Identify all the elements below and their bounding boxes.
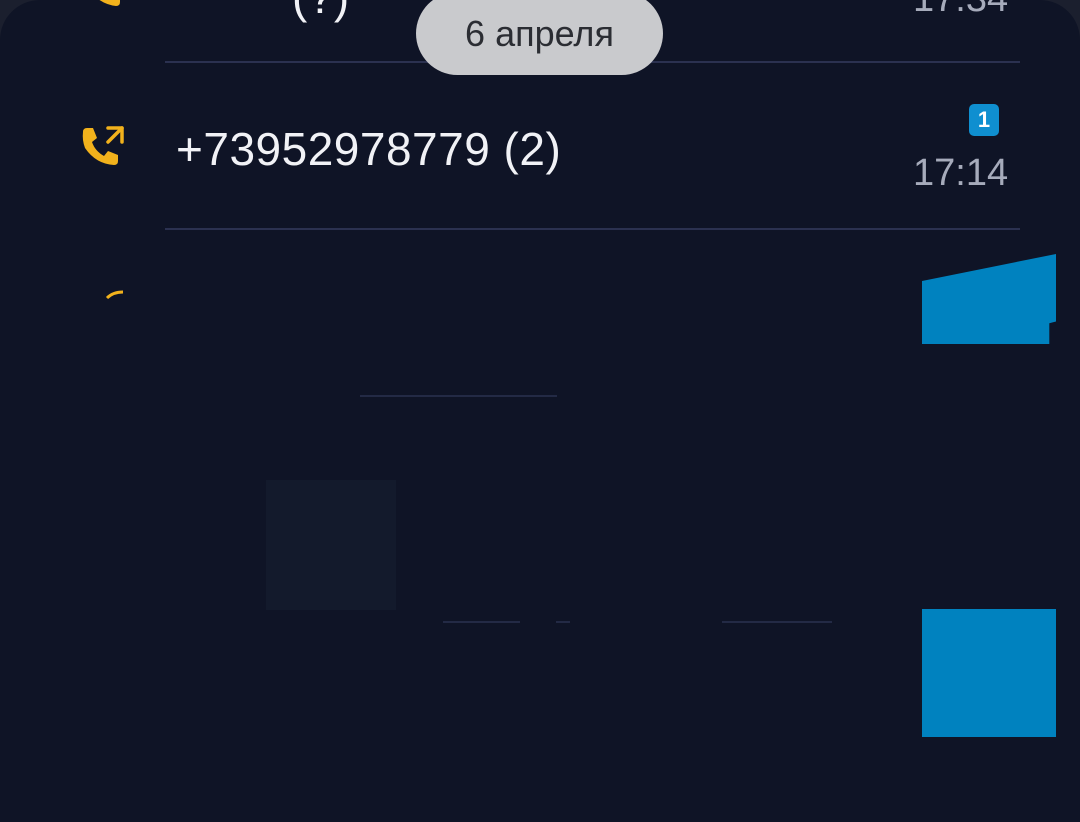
redaction-block: [922, 254, 1056, 344]
sim-1-badge: 1: [969, 104, 999, 136]
row-divider: [360, 395, 557, 397]
call-log-screen: (?) 17:34 +73952978779 (2) 1 17:14: [0, 0, 1080, 822]
row-divider: [556, 621, 570, 623]
redaction-block: [922, 609, 1056, 737]
contact-name: (?): [292, 0, 350, 24]
call-time: 17:14: [913, 152, 1009, 194]
call-time: 17:34: [913, 0, 1008, 21]
outgoing-call-icon: [99, 0, 120, 6]
call-log-row-redacted[interactable]: [0, 230, 1080, 400]
redaction-block: [266, 480, 396, 610]
call-icon: [105, 290, 124, 300]
call-log-panel: (?) 17:34 +73952978779 (2) 1 17:14: [0, 0, 1080, 822]
row-divider: [722, 621, 832, 623]
row-divider: [443, 621, 520, 623]
call-log-row[interactable]: +73952978779 (2) 1 17:14: [0, 62, 1080, 228]
contact-name: +73952978779 (2): [176, 123, 562, 175]
outgoing-call-icon: [82, 126, 124, 165]
date-header-chip: 6 апреля: [416, 0, 663, 75]
